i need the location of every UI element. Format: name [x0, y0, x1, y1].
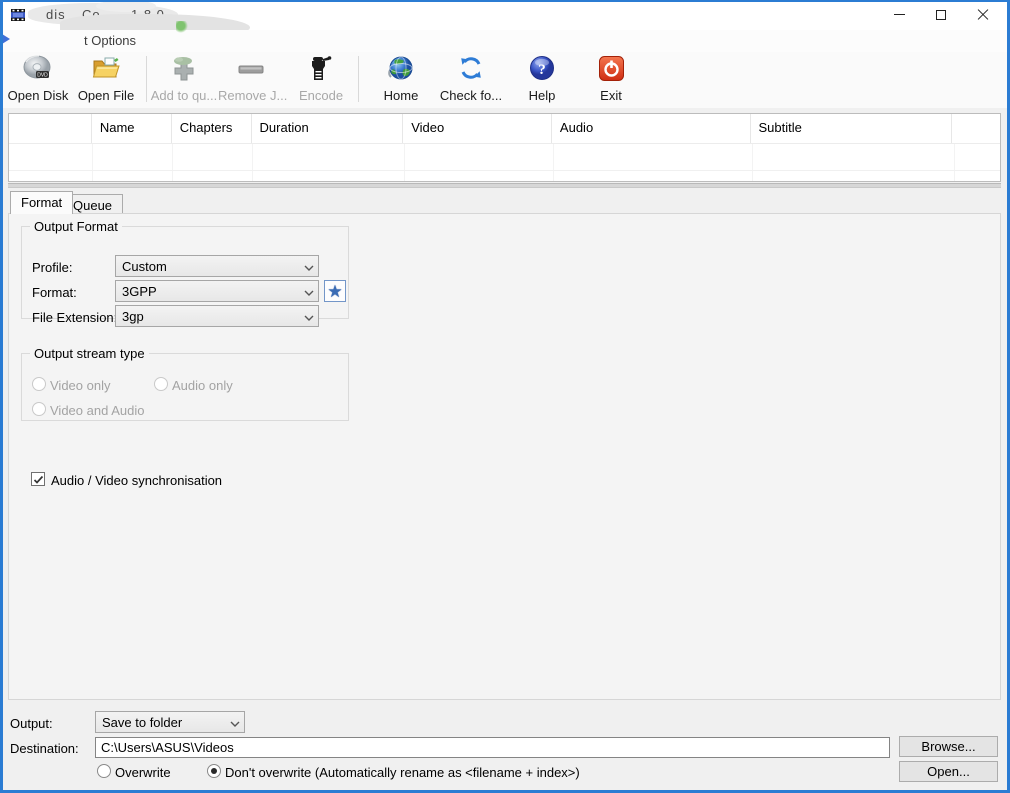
column-header-blank[interactable]	[952, 114, 1000, 143]
profile-select[interactable]: Custom	[115, 255, 319, 277]
format-label: Format:	[32, 285, 77, 300]
filmstrip-app-icon	[10, 7, 26, 23]
remove-job-button[interactable]: Remove J...	[218, 54, 284, 106]
column-header-name[interactable]: Name	[92, 114, 172, 143]
dvd-disc-icon: DVD	[4, 55, 72, 87]
chevron-down-icon	[300, 284, 318, 299]
radio-dont-overwrite-label: Don't overwrite (Automatically rename as…	[225, 765, 580, 780]
job-table: Name Chapters Duration Video Audio Subti…	[8, 113, 1001, 182]
help-question-icon: ?	[512, 55, 572, 87]
window-controls	[878, 0, 1004, 30]
add-queue-icon	[150, 55, 218, 87]
open-folder-icon	[74, 55, 138, 87]
destination-input[interactable]	[95, 737, 890, 758]
format-select[interactable]: 3GPP	[115, 280, 319, 302]
maximize-button[interactable]	[920, 0, 962, 29]
output-format-legend: Output Format	[30, 219, 122, 234]
radio-video-and-audio[interactable]	[32, 402, 46, 416]
encode-button[interactable]: Encode	[288, 54, 354, 106]
open-button[interactable]: Open...	[899, 761, 998, 782]
menu-remnant-icon	[2, 34, 10, 44]
open-disk-button[interactable]: DVD Open Disk	[4, 54, 72, 106]
av-sync-checkbox[interactable]	[31, 472, 45, 486]
radio-overwrite-label: Overwrite	[115, 765, 171, 780]
globe-home-icon	[368, 55, 434, 87]
file-extension-label: File Extension:	[32, 310, 117, 325]
table-header-row: Name Chapters Duration Video Audio Subti…	[9, 114, 1000, 144]
chevron-down-icon	[300, 259, 318, 274]
open-file-label: Open File	[74, 88, 138, 103]
help-label: Help	[512, 88, 572, 103]
refresh-arrows-icon	[436, 55, 506, 87]
radio-video-only[interactable]	[32, 377, 46, 391]
check-for-updates-button[interactable]: Check fo...	[436, 54, 506, 106]
menubar: t Options	[0, 30, 1010, 52]
window-title-fragment: 1.8.0	[131, 7, 165, 22]
radio-video-only-label: Video only	[50, 378, 110, 393]
remove-job-label: Remove J...	[218, 88, 284, 103]
window-title-fragment: Co	[82, 7, 101, 22]
exit-label: Exit	[580, 88, 642, 103]
exit-button[interactable]: Exit	[580, 54, 642, 106]
column-header-audio[interactable]: Audio	[552, 114, 751, 143]
output-label: Output:	[10, 716, 53, 731]
encode-label: Encode	[288, 88, 354, 103]
radio-overwrite[interactable]	[97, 764, 111, 778]
titlebar: dis Co 1.8.0	[0, 0, 1010, 30]
table-row-empty	[9, 144, 1000, 171]
close-icon	[977, 9, 989, 21]
menu-item-options[interactable]: t Options	[84, 33, 136, 48]
chevron-down-icon	[226, 715, 244, 730]
column-header-subtitle[interactable]: Subtitle	[751, 114, 953, 143]
column-header-video[interactable]: Video	[403, 114, 552, 143]
column-header-chapters[interactable]: Chapters	[172, 114, 252, 143]
av-sync-checkbox-label: Audio / Video synchronisation	[51, 473, 222, 488]
remove-job-icon	[218, 55, 284, 87]
toolbar-separator	[358, 56, 359, 102]
table-row-empty	[9, 171, 1000, 181]
column-header-duration[interactable]: Duration	[252, 114, 404, 143]
svg-text:?: ?	[538, 62, 546, 78]
app-window: dis Co 1.8.0 t Options D	[0, 0, 1010, 793]
toolbar: DVD Open Disk Open File	[0, 52, 1010, 108]
icon-remnant	[176, 21, 188, 33]
format-tab-page: Output Format Profile: Custom Format: 3G…	[8, 213, 1001, 700]
tab-format[interactable]: Format	[10, 191, 73, 214]
home-button[interactable]: Home	[368, 54, 434, 106]
add-to-queue-button[interactable]: Add to qu...	[150, 54, 218, 106]
output-format-group: Output Format Profile: Custom Format: 3G…	[21, 226, 349, 319]
radio-video-and-audio-label: Video and Audio	[50, 403, 144, 418]
favorite-format-button[interactable]: ★	[324, 280, 346, 302]
radio-audio-only-label: Audio only	[172, 378, 233, 393]
output-stream-type-legend: Output stream type	[30, 346, 149, 361]
svg-text:DVD: DVD	[37, 73, 48, 79]
destination-label: Destination:	[10, 741, 79, 756]
minimize-button[interactable]	[878, 0, 920, 29]
toolbar-separator	[146, 56, 147, 102]
help-button[interactable]: ? Help	[512, 54, 572, 106]
window-title-fragment: dis	[46, 7, 66, 22]
minimize-icon	[894, 14, 905, 15]
output-mode-select[interactable]: Save to folder	[95, 711, 245, 733]
radio-audio-only[interactable]	[154, 377, 168, 391]
home-label: Home	[368, 88, 434, 103]
maximize-icon	[936, 10, 946, 20]
open-file-button[interactable]: Open File	[74, 54, 138, 106]
radio-dont-overwrite[interactable]	[207, 764, 221, 778]
star-icon: ★	[327, 283, 342, 300]
power-exit-icon	[580, 55, 642, 87]
close-button[interactable]	[962, 0, 1004, 29]
check-for-updates-label: Check fo...	[436, 88, 506, 103]
open-disk-label: Open Disk	[4, 88, 72, 103]
output-stream-type-group: Output stream type Video only Audio only…	[21, 353, 349, 421]
browse-button[interactable]: Browse...	[899, 736, 998, 757]
chevron-down-icon	[300, 309, 318, 324]
file-extension-select[interactable]: 3gp	[115, 305, 319, 327]
splitter-handle[interactable]	[8, 183, 1001, 188]
profile-label: Profile:	[32, 260, 72, 275]
column-header-blank[interactable]	[9, 114, 92, 143]
add-to-queue-label: Add to qu...	[150, 88, 218, 103]
encode-camera-icon	[288, 55, 354, 87]
